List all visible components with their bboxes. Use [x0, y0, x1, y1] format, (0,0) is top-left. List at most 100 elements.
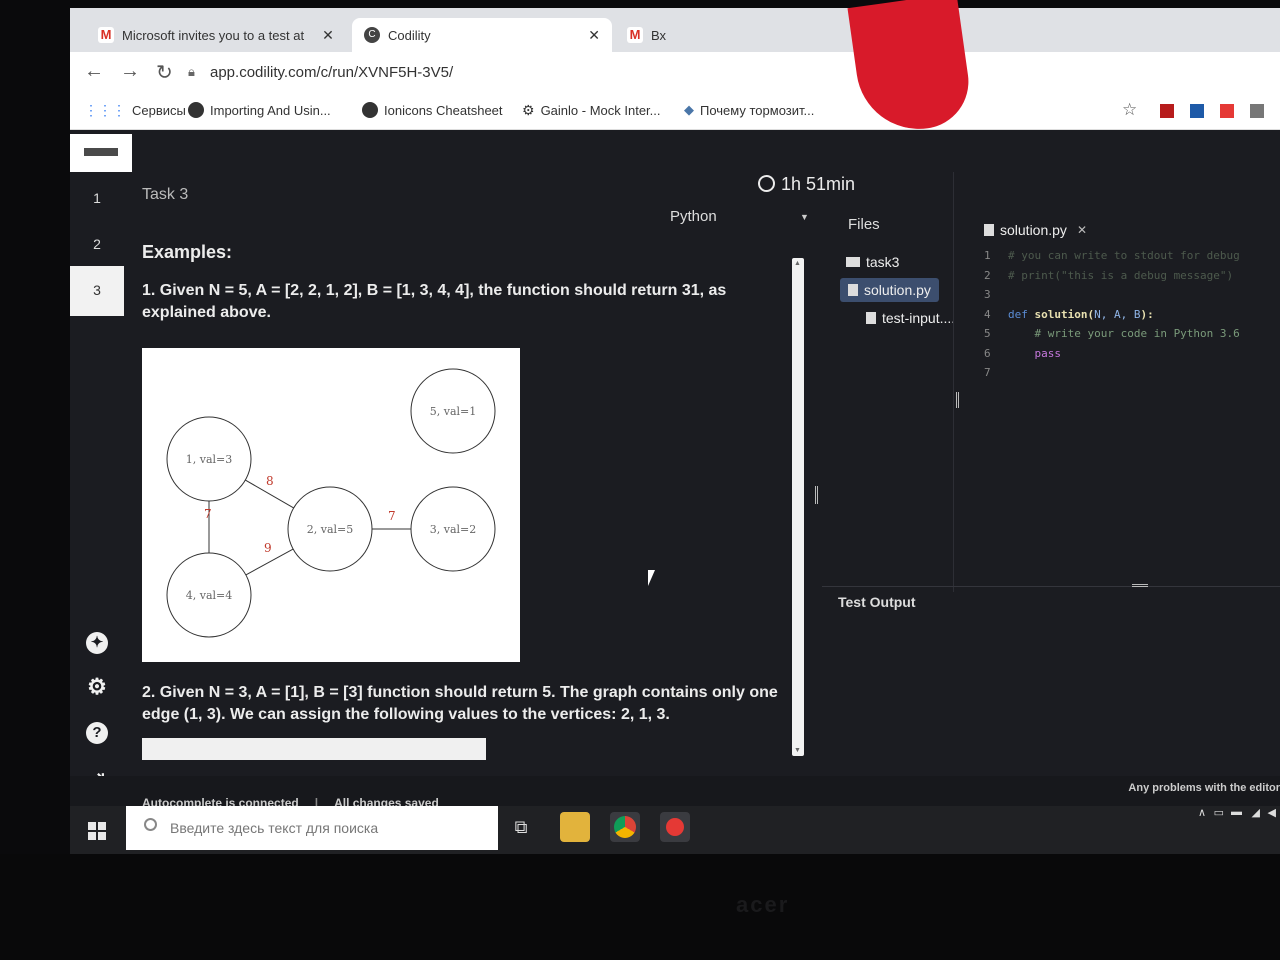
code-line: 2 # print("this is a debug message") [984, 266, 1280, 286]
code-line: 4 def solution(N, A, B): [984, 305, 1280, 325]
ionicons-icon [362, 102, 378, 118]
task-scrollbar[interactable] [792, 258, 804, 756]
line-number: 1 [984, 249, 991, 262]
problems-link[interactable]: Any problems with the editor [1128, 782, 1280, 794]
taskbar-search[interactable]: Введите здесь текст для поиска [126, 806, 498, 850]
battery-icon[interactable]: ▬ [1231, 806, 1242, 818]
bookmark-services[interactable]: ⋮⋮⋮ Сервисы [84, 102, 186, 119]
monitor-bezel: acer [0, 854, 1280, 960]
bookmark-gainlo[interactable]: ⚙ Gainlo - Mock Inter... [522, 102, 661, 119]
folder-task3[interactable]: task3 [846, 254, 899, 270]
graph-node-label: 2, val=5 [307, 523, 354, 536]
gmail-icon: M [98, 27, 114, 43]
code-line: 7 [984, 363, 1280, 383]
code-keyword: def [1008, 307, 1028, 321]
edge-weight-label: 7 [388, 509, 396, 523]
code-line: 1 # you can write to stdout for debug [984, 246, 1280, 266]
network-icon[interactable]: ▭ [1214, 806, 1224, 819]
accessibility-icon[interactable]: ✦ [86, 632, 108, 654]
gainlo-icon: ⚙ [522, 102, 535, 118]
code-text: # you can write to stdout for debug [1008, 249, 1240, 262]
wifi-icon[interactable]: ◢ [1252, 806, 1260, 819]
codility-icon: C [364, 27, 380, 43]
mouse-pointer-icon [648, 570, 662, 586]
bookmark-vk[interactable]: ◆ Почему тормозит... [684, 102, 814, 118]
forward-icon[interactable]: → [120, 60, 140, 83]
close-icon[interactable]: ✕ [1077, 223, 1087, 237]
drag-handle-icon[interactable] [956, 392, 959, 408]
vk-icon: ◆ [684, 102, 694, 117]
address-bar: ← → ↻ 🔒︎ app.codility.com/c/run/XVNF5H-3… [70, 52, 1280, 92]
gmail-icon: M [627, 27, 643, 43]
rail-task-1[interactable]: 1 [70, 190, 124, 206]
file-icon [984, 224, 994, 236]
timer: 1h 51min [758, 174, 855, 195]
extension-icon[interactable] [1160, 104, 1174, 118]
bookmark-label: Importing And Usin... [210, 102, 331, 118]
graph-node-label: 1, val=3 [186, 453, 233, 466]
help-icon[interactable]: ? [86, 722, 108, 744]
back-icon[interactable]: ← [84, 60, 104, 83]
file-explorer-icon[interactable] [560, 812, 590, 842]
search-icon [144, 818, 157, 831]
test-output-label: Test Output [838, 594, 916, 610]
bookmark-importing[interactable]: Importing And Usin... [188, 102, 331, 118]
close-icon[interactable]: ✕ [588, 27, 600, 44]
graph-node-label: 4, val=4 [186, 589, 233, 602]
file-icon [866, 312, 876, 324]
editor-tab-solution[interactable]: solution.py ✕ [984, 222, 1087, 238]
star-icon[interactable]: ☆ [1122, 100, 1137, 120]
extension-icon[interactable] [1250, 104, 1264, 118]
line-number: 5 [984, 327, 991, 340]
chevron-down-icon[interactable]: ▼ [800, 212, 809, 222]
bookmark-label: Почему тормозит... [700, 102, 815, 118]
app-icon[interactable] [660, 812, 690, 842]
task-view-icon[interactable]: ⧉ [506, 812, 536, 842]
bookmark-ionicons[interactable]: Ionicons Cheatsheet [362, 102, 503, 118]
files-splitter[interactable] [953, 172, 954, 592]
file-icon [848, 284, 858, 296]
browser-tabbar: M Microsoft invites you to a test at ✕ C… [70, 8, 1280, 52]
edge-weight-label: 9 [264, 541, 272, 555]
edge-weight-label: 8 [266, 474, 274, 488]
drag-handle-icon[interactable] [1132, 584, 1148, 587]
tab-mail[interactable]: M Вх [615, 18, 678, 52]
graph-svg: 8 7 7 9 5, val=1 1, val=3 2, val=5 3, val=2 4, … [166, 368, 496, 638]
tab-codility[interactable]: C Codility ✕ [352, 18, 612, 52]
panel-splitter[interactable] [815, 168, 823, 778]
code-block [142, 738, 486, 760]
task-rail: 1 2 3 ✦ ⚙ ? ⇥ [70, 172, 124, 854]
chevron-up-icon[interactable]: ∧ [1198, 806, 1206, 819]
volume-icon[interactable]: ◀ [1268, 806, 1276, 819]
chrome-icon[interactable] [610, 812, 640, 842]
file-test-input[interactable]: test-input.... [866, 310, 955, 326]
example-2-text: 2. Given N = 3, A = [1], B = [3] functio… [142, 684, 778, 723]
graph-node-label: 5, val=1 [430, 405, 477, 418]
windows-start-icon[interactable] [88, 822, 106, 840]
line-number: 7 [984, 366, 991, 379]
gear-icon[interactable]: ⚙ [86, 676, 108, 698]
extension-icon[interactable] [1220, 104, 1234, 118]
rail-task-2[interactable]: 2 [70, 236, 124, 252]
rail-task-3[interactable]: 3 [70, 266, 124, 316]
code-editor[interactable]: 1 # you can write to stdout for debug 2 # … [984, 246, 1280, 396]
close-icon[interactable]: ✕ [322, 27, 334, 44]
language-select[interactable]: Python [670, 208, 717, 225]
examples-heading: Examples: [142, 242, 233, 262]
windows-taskbar: Введите здесь текст для поиска ⧉ ∧ ▭ ▬ ◢… [70, 806, 1280, 854]
reload-icon[interactable]: ↻ [156, 60, 173, 85]
bookmark-label: Сервисы [132, 103, 186, 118]
bookmark-label: Ionicons Cheatsheet [384, 102, 503, 118]
clock-icon [758, 175, 775, 192]
file-solution[interactable]: solution.py [840, 278, 939, 302]
tab-microsoft[interactable]: M Microsoft invites you to a test at ✕ [86, 18, 346, 52]
url-field[interactable]: app.codility.com/c/run/XVNF5H-3V5/ [210, 64, 453, 81]
file-label: test-input.... [882, 310, 956, 326]
editor-tab-label: solution.py [1000, 222, 1067, 238]
extension-icon[interactable] [1190, 104, 1204, 118]
bookmarks-bar: ⋮⋮⋮ Сервисы Importing And Usin... Ionico… [70, 92, 1280, 130]
line-number: 6 [984, 346, 991, 360]
example-1-text: 1. Given N = 5, A = [2, 2, 1, 2], B = [1… [142, 282, 727, 321]
file-label: solution.py [864, 282, 931, 298]
site-icon [188, 102, 204, 118]
